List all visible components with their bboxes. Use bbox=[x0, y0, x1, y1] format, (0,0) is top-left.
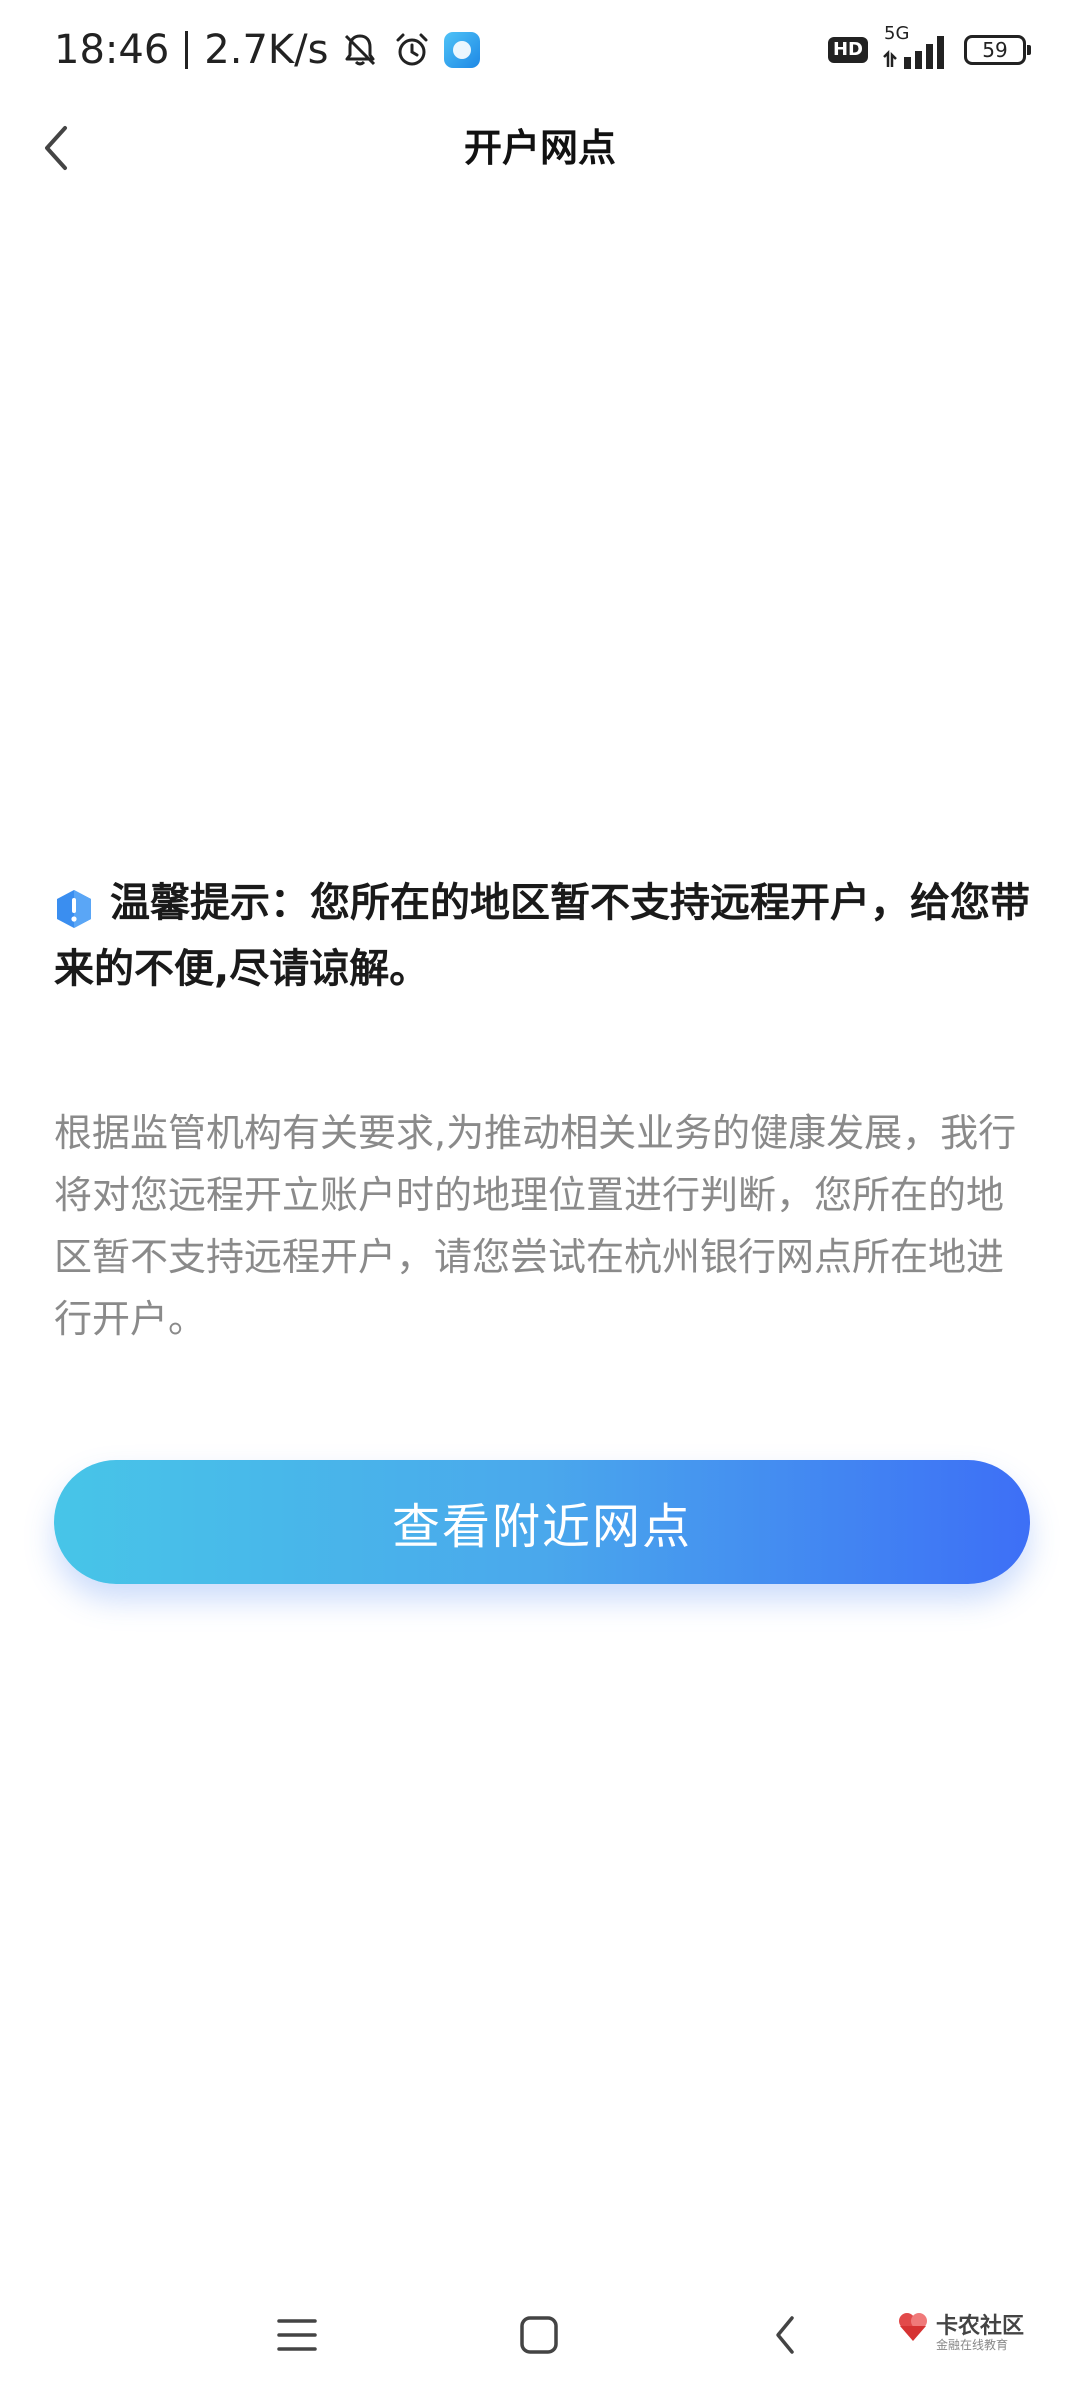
alarm-clock-icon bbox=[392, 30, 432, 70]
status-net-speed: 2.7K/s bbox=[204, 27, 329, 73]
status-bar: 18:46 2.7K/s HD 5G 59 bbox=[0, 0, 1080, 100]
notice: 温馨提示：您所在的地区暂不支持远程开户，给您带来的不便,尽请谅解。 bbox=[54, 870, 1034, 1002]
home-button[interactable] bbox=[504, 2300, 574, 2370]
page-title: 开户网点 bbox=[463, 126, 616, 170]
notice-text: 温馨提示：您所在的地区暂不支持远程开户，给您带来的不便,尽请谅解。 bbox=[54, 880, 1030, 992]
system-back-button[interactable] bbox=[750, 2300, 820, 2370]
signal-icon: 5G bbox=[880, 23, 952, 73]
status-time: 18:46 bbox=[54, 27, 170, 73]
status-left: 18:46 2.7K/s bbox=[54, 22, 481, 78]
view-nearby-branches-button[interactable]: 查看附近网点 bbox=[54, 1460, 1030, 1584]
menu-button[interactable] bbox=[262, 2300, 332, 2370]
status-right: HD 5G 59 bbox=[827, 22, 1031, 78]
home-square-icon bbox=[520, 2316, 558, 2354]
back-chevron-icon bbox=[776, 2316, 794, 2354]
app-notification-icon bbox=[444, 32, 481, 68]
screen: 18:46 2.7K/s HD 5G 59 开户网点 温馨提示：您所在的地区暂不… bbox=[0, 0, 1080, 2400]
bell-off-icon bbox=[340, 30, 380, 70]
view-nearby-branches-label: 查看附近网点 bbox=[391, 1499, 692, 1555]
hd-icon: HD bbox=[827, 37, 868, 63]
status-separator bbox=[185, 31, 189, 69]
watermark: 卡农社区 金融在线教育 bbox=[896, 2306, 1036, 2356]
battery-level: 59 bbox=[982, 38, 1008, 62]
watermark-logo-icon bbox=[899, 2313, 927, 2341]
battery-icon: 59 bbox=[964, 35, 1031, 65]
menu-icon bbox=[277, 2319, 317, 2351]
watermark-subtext: 金融在线教育 bbox=[936, 2338, 1009, 2352]
nav-bar: 开户网点 bbox=[0, 100, 1080, 196]
description-text: 根据监管机构有关要求,为推动相关业务的健康发展，我行将对您远程开立账户时的地理位… bbox=[54, 1111, 1017, 1341]
